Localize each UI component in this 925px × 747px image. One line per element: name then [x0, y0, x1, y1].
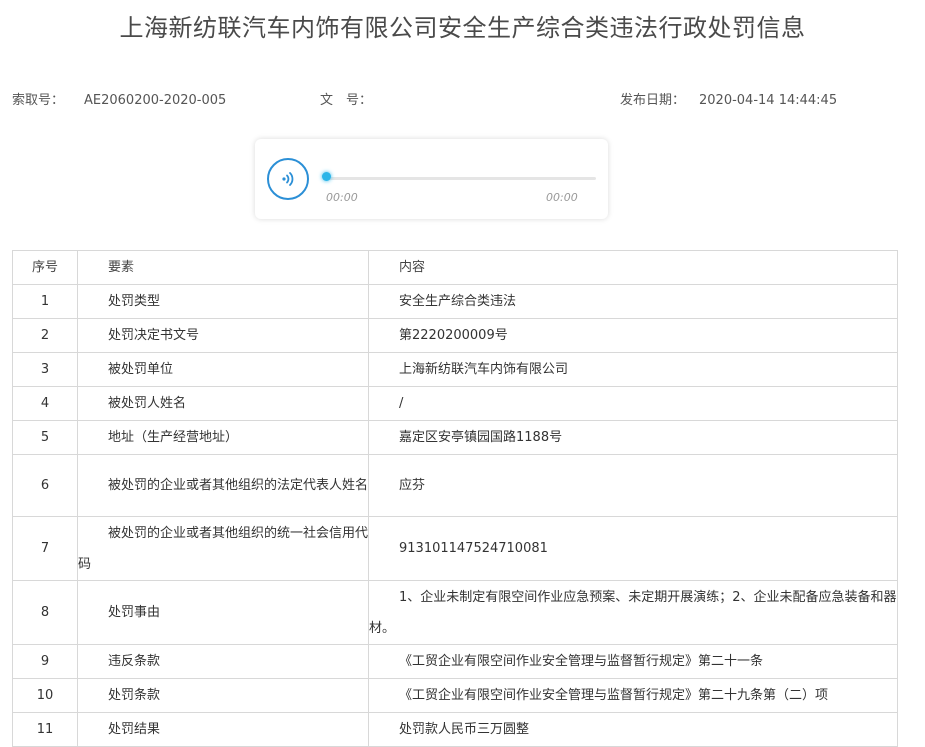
meta-publish-date: 发布日期： 2020-04-14 14:44:45 — [620, 89, 837, 108]
row-key: 处罚结果 — [77, 712, 369, 747]
table-row: 3 被处罚单位 上海新纺联汽车内饰有限公司 — [12, 352, 898, 387]
meta-index-number: 索取号： AE2060200-2020-005 — [12, 89, 226, 108]
row-key: 地址（生产经营地址） — [77, 420, 369, 455]
header-no: 序号 — [12, 250, 78, 285]
date-value: 2020-04-14 14:44:45 — [699, 93, 838, 108]
header-value: 内容 — [368, 250, 898, 285]
meta-document-number: 文 号： — [320, 89, 372, 108]
progress-thumb[interactable] — [322, 172, 331, 181]
row-no: 9 — [12, 644, 78, 679]
row-key: 违反条款 — [77, 644, 369, 679]
row-no: 7 — [12, 516, 78, 581]
row-value: 1、企业未制定有限空间作业应急预案、未定期开展演练；2、企业未配备应急装备和器材… — [368, 580, 898, 645]
current-time: 00:00 — [326, 191, 358, 204]
row-value: 嘉定区安亭镇园国路1188号 — [368, 420, 898, 455]
date-label: 发布日期： — [620, 93, 686, 108]
table-row: 6 被处罚的企业或者其他组织的法定代表人姓名 应芬 — [12, 454, 898, 517]
row-no: 4 — [12, 386, 78, 421]
progress-track[interactable] — [326, 177, 596, 180]
docno-label: 文 号： — [320, 93, 373, 108]
row-value: 应芬 — [368, 454, 898, 517]
row-value: 上海新纺联汽车内饰有限公司 — [368, 352, 898, 387]
audio-wave-icon — [282, 172, 294, 186]
row-value: 安全生产综合类违法 — [368, 284, 898, 319]
row-value: 处罚款人民币三万圆整 — [368, 712, 898, 747]
table-row: 9 违反条款 《工贸企业有限空间作业安全管理与监督暂行规定》第二十一条 — [12, 644, 898, 679]
table-row: 2 处罚决定书文号 第2220200009号 — [12, 318, 898, 353]
row-no: 10 — [12, 678, 78, 713]
duration-time: 00:00 — [546, 191, 578, 204]
index-value: AE2060200-2020-005 — [84, 93, 227, 108]
row-no: 5 — [12, 420, 78, 455]
row-value: / — [368, 386, 898, 421]
row-no: 2 — [12, 318, 78, 353]
row-no: 11 — [12, 712, 78, 747]
audio-player: 00:00 00:00 — [255, 139, 608, 219]
table-row: 11 处罚结果 处罚款人民币三万圆整 — [12, 712, 898, 747]
table-row: 4 被处罚人姓名 / — [12, 386, 898, 421]
row-no: 6 — [12, 454, 78, 517]
table-row: 1 处罚类型 安全生产综合类违法 — [12, 284, 898, 319]
table-row: 7 被处罚的企业或者其他组织的统一社会信用代码 9131011475247100… — [12, 516, 898, 581]
row-no: 1 — [12, 284, 78, 319]
header-key: 要素 — [77, 250, 369, 285]
table-row: 8 处罚事由 1、企业未制定有限空间作业应急预案、未定期开展演练；2、企业未配备… — [12, 580, 898, 645]
row-key: 处罚类型 — [77, 284, 369, 319]
row-no: 3 — [12, 352, 78, 387]
row-key: 被处罚的企业或者其他组织的法定代表人姓名 — [77, 454, 369, 517]
play-button[interactable] — [267, 158, 309, 200]
row-no: 8 — [12, 580, 78, 645]
row-key: 处罚决定书文号 — [77, 318, 369, 353]
row-value: 《工贸企业有限空间作业安全管理与监督暂行规定》第二十一条 — [368, 644, 898, 679]
row-key: 被处罚单位 — [77, 352, 369, 387]
table-header-row: 序号 要素 内容 — [12, 250, 898, 285]
index-label: 索取号： — [12, 93, 65, 108]
row-value: 《工贸企业有限空间作业安全管理与监督暂行规定》第二十九条第（二）项 — [368, 678, 898, 713]
row-value: 913101147524710081 — [368, 516, 898, 581]
page-title: 上海新纺联汽车内饰有限公司安全生产综合类违法行政处罚信息 — [119, 14, 806, 42]
row-key: 处罚条款 — [77, 678, 369, 713]
row-key: 被处罚的企业或者其他组织的统一社会信用代码 — [77, 516, 369, 581]
row-value: 第2220200009号 — [368, 318, 898, 353]
table-row: 10 处罚条款 《工贸企业有限空间作业安全管理与监督暂行规定》第二十九条第（二）… — [12, 678, 898, 713]
row-key: 处罚事由 — [77, 580, 369, 645]
penalty-info-table: 序号 要素 内容 1 处罚类型 安全生产综合类违法 2 处罚决定书文号 第222… — [12, 250, 898, 747]
table-row: 5 地址（生产经营地址） 嘉定区安亭镇园国路1188号 — [12, 420, 898, 455]
row-key: 被处罚人姓名 — [77, 386, 369, 421]
